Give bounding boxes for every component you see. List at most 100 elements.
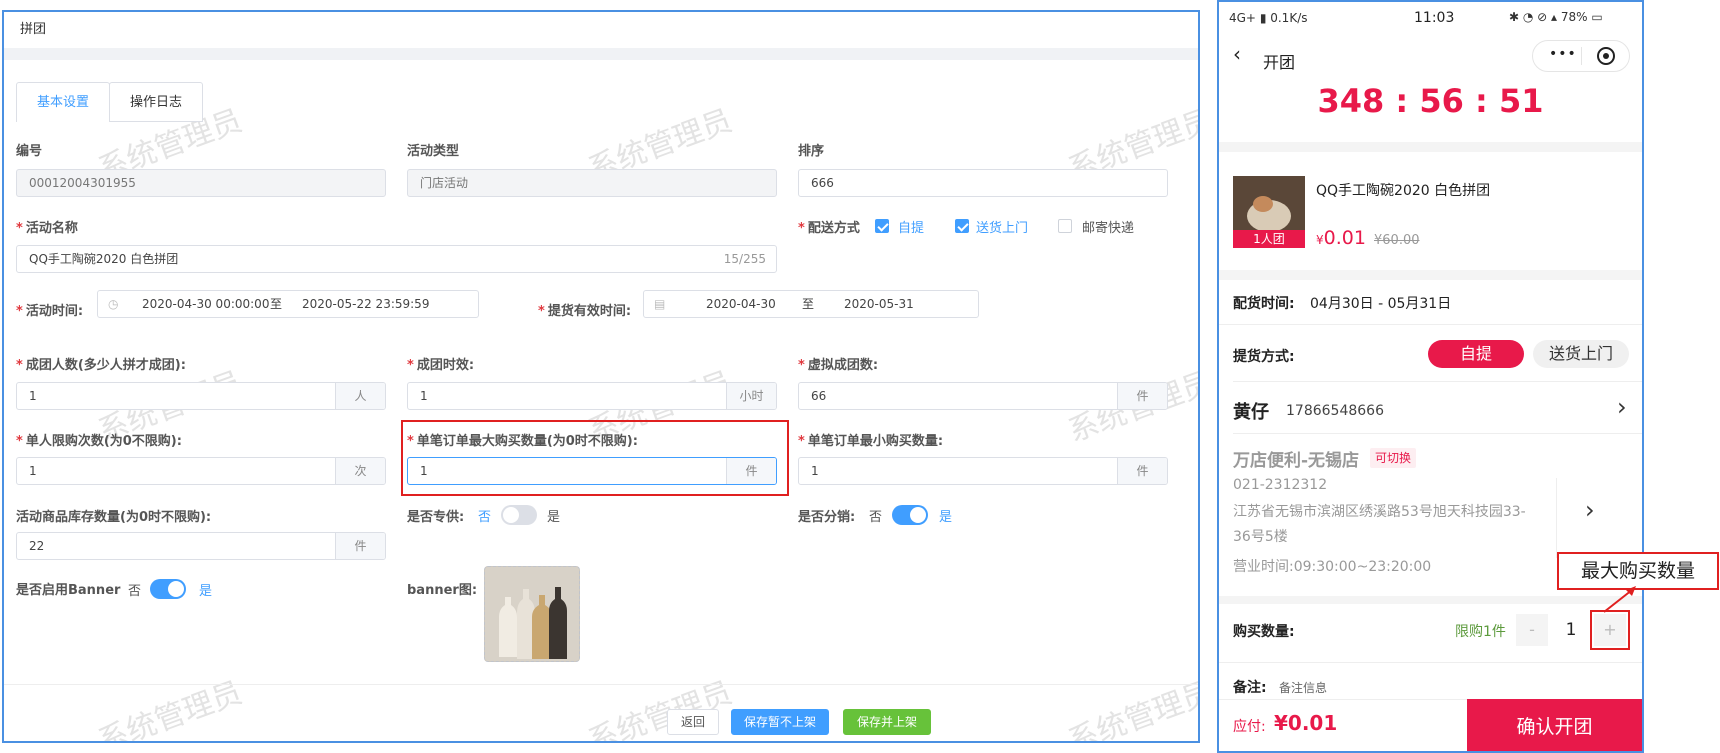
delivery-home-checkbox[interactable] (955, 219, 969, 233)
back-button[interactable]: 返回 (667, 709, 719, 735)
divider (1581, 47, 1582, 65)
sort-label: 排序 (798, 144, 825, 159)
banner-image-label: banner图: (407, 583, 478, 598)
per-user-limit-label: * 单人限购次数(为0不限购): (16, 434, 182, 449)
store-address: 江苏省无锡市滨湖区绣溪路53号旭天科技园33-36号5楼 (1233, 504, 1526, 545)
tab-basic-settings[interactable]: 基本设置 (16, 82, 110, 122)
delivery-mail-label: 邮寄快递 (1082, 221, 1135, 236)
calendar-icon: ▤ (654, 297, 666, 311)
chevron-right-icon[interactable]: › (1617, 393, 1627, 421)
min-per-order-label: * 单笔订单最小购买数量: (798, 434, 944, 449)
pickup-method-label: 提货方式: (1233, 349, 1295, 365)
pickup-self-button[interactable]: 自提 (1428, 340, 1524, 368)
group-duration-field[interactable]: 1 小时 (407, 382, 777, 410)
capsule-menu: ••• (1532, 40, 1630, 72)
activity-name-label: * 活动名称 (16, 221, 78, 236)
tab-operation-log[interactable]: 操作日志 (109, 82, 203, 122)
status-network: 4G+ ▮ 0.1K/s (1229, 11, 1308, 25)
quantity-limit: 限购1件 (1455, 624, 1506, 640)
group-size-badge: 1人团 (1233, 230, 1305, 248)
stock-label: 活动商品库存数量(为0时不限购): (16, 510, 212, 525)
delivery-pickup-checkbox[interactable] (875, 219, 889, 233)
activity-name-field[interactable]: QQ手工陶碗2020 白色拼团 15/255 (16, 245, 777, 273)
remark-input[interactable]: 备注信息 (1279, 679, 1327, 696)
quantity-minus-button[interactable]: - (1516, 614, 1548, 646)
phone-preview: 4G+ ▮ 0.1K/s 11:03 ✱ ◔ ⊘ ▴ 78% ▭ ‹ 开团 ••… (1217, 0, 1644, 753)
pickup-home-button[interactable]: 送货上门 (1533, 340, 1629, 368)
page-title: 拼团 (20, 22, 47, 37)
banner-image[interactable] (484, 566, 580, 662)
delivery-mail-checkbox[interactable] (1058, 219, 1072, 233)
store-name: 万店便利-无锡店 (1233, 451, 1360, 471)
quantity-label: 购买数量: (1233, 624, 1295, 640)
virtual-groups-label: * 虚拟成团数: (798, 358, 879, 373)
group-duration-label: * 成团时效: (407, 358, 475, 373)
divider (4, 48, 1198, 60)
pickup-time-label: * 提货有效时间: (538, 304, 632, 319)
delivery-pickup-label: 自提 (898, 221, 925, 236)
save-publish-button[interactable]: 保存并上架 (843, 709, 931, 735)
store-hours: 营业时间:09:30:00~23:20:00 (1233, 559, 1432, 575)
banner-off-label: 否 (128, 584, 142, 599)
remark-label: 备注: (1233, 680, 1267, 696)
banner-enabled-label: 是否启用Banner (16, 583, 121, 598)
confirm-group-button[interactable]: 确认开团 (1467, 699, 1642, 751)
activity-type-label: 活动类型 (407, 144, 460, 159)
code-field[interactable]: 00012004301955 (16, 169, 386, 197)
delivery-label: * 配送方式 (798, 221, 860, 236)
clock-icon: ◷ (108, 297, 119, 311)
divider (1233, 381, 1642, 382)
quantity-value[interactable]: 1 (1550, 614, 1592, 646)
admin-panel: 拼团 系统管理员 系统管理员 系统管理员 系统管理员 系统管理员 系统管理员 系… (2, 10, 1200, 743)
distribution-off-label: 否 (869, 510, 883, 525)
stock-field[interactable]: 22 件 (16, 532, 386, 560)
banner-on-label: 是 (199, 584, 213, 599)
contact-phone: 17866548666 (1286, 403, 1384, 419)
product-price: ¥0.01 (1316, 227, 1366, 249)
bottles-image (485, 567, 579, 661)
group-size-field[interactable]: 1人 (16, 382, 386, 410)
sort-field[interactable]: 666 (798, 169, 1168, 197)
virtual-groups-field[interactable]: 66 件 (798, 382, 1168, 410)
divider (4, 684, 1198, 685)
activity-type-field[interactable]: 门店活动 (407, 169, 777, 197)
close-mini-icon[interactable] (1597, 47, 1615, 65)
per-user-limit-field[interactable]: 1次 (16, 457, 386, 485)
back-chevron-icon[interactable]: ‹ (1233, 42, 1241, 66)
payable-amount: ¥0.01 (1274, 711, 1338, 735)
status-time: 11:03 (1414, 10, 1455, 26)
exclusive-on-label: 是 (547, 510, 561, 525)
divider (1556, 478, 1557, 558)
switch-store-tag[interactable]: 可切换 (1370, 448, 1417, 468)
code-label: 编号 (16, 144, 43, 159)
delivery-home-label: 送货上门 (976, 221, 1029, 236)
delivery-time-label: 配货时间: (1233, 296, 1295, 312)
store-tel: 021-2312312 (1233, 477, 1328, 493)
distribution-toggle[interactable] (892, 505, 928, 525)
distribution-on-label: 是 (939, 510, 953, 525)
payable-label: 应付: (1233, 719, 1266, 735)
min-per-order-field[interactable]: 1件 (798, 457, 1168, 485)
nav-title: 开团 (1263, 53, 1296, 72)
banner-toggle[interactable] (150, 579, 186, 599)
activity-time-picker[interactable]: ◷ 2020-04-30 00:00:00 至 2020-05-22 23:59… (97, 290, 479, 318)
product-thumbnail: 1人团 (1233, 176, 1305, 248)
activity-time-label: * 活动时间: (16, 304, 84, 319)
group-size-label: * 成团人数(多少人拼才成团): (16, 358, 186, 373)
char-count: 15/255 (723, 252, 766, 266)
watermark: 系统管理员 (93, 675, 247, 743)
pickup-time-picker[interactable]: ▤ 2020-04-30 至 2020-05-31 (643, 290, 979, 318)
delivery-time-value: 04月30日 - 05月31日 (1310, 296, 1452, 312)
divider (1233, 433, 1642, 434)
exclusive-toggle[interactable] (501, 505, 537, 525)
divider (1219, 324, 1642, 325)
countdown: 348 : 56 : 51 (1317, 82, 1544, 120)
save-draft-button[interactable]: 保存暂不上架 (731, 709, 829, 735)
exclusive-label: 是否专供: (407, 510, 465, 525)
original-price: ¥60.00 (1374, 233, 1420, 248)
max-per-order-field[interactable]: 1件 (407, 457, 777, 485)
annotation-arrow-icon (1603, 586, 1636, 613)
more-icon[interactable]: ••• (1549, 46, 1577, 62)
max-per-order-label: * 单笔订单最大购买数量(为0时不限购): (407, 434, 638, 449)
chevron-right-icon[interactable]: › (1585, 496, 1595, 524)
